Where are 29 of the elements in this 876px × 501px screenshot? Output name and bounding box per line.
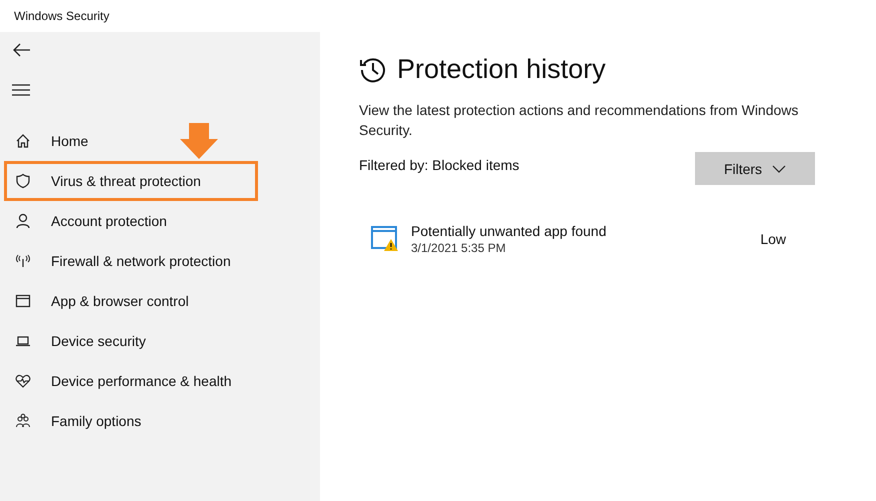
family-icon [15, 413, 31, 429]
nav-item[interactable]: Virus & threat protection [4, 161, 258, 201]
home-icon [15, 133, 31, 149]
nav-item[interactable]: Device security [4, 321, 258, 361]
page-description: View the latest protection actions and recommendations from Windows Security. [359, 101, 800, 140]
app-warning-icon [371, 226, 399, 252]
window-title: Windows Security [14, 9, 110, 23]
filters-button[interactable]: Filters [695, 152, 815, 185]
page-title: Protection history [397, 54, 606, 85]
nav-item[interactable]: Firewall & network protection [4, 241, 258, 281]
heart-icon [15, 373, 31, 389]
item-title[interactable]: Potentially unwanted app found [411, 223, 760, 239]
nav-item[interactable]: Account protection [4, 201, 258, 241]
person-icon [15, 213, 31, 229]
pointer-arrow [180, 123, 218, 159]
filter-label: Filtered by: Blocked items [359, 157, 520, 173]
nav-item[interactable]: Home [4, 121, 258, 161]
shield-icon [15, 173, 31, 189]
nav-item[interactable]: Device performance & health [4, 361, 258, 401]
antenna-icon [15, 253, 31, 269]
chevron-down-icon [772, 164, 786, 172]
back-icon[interactable] [12, 42, 32, 58]
window-icon [15, 293, 31, 309]
nav-item[interactable]: Family options [4, 401, 258, 441]
severity-label: Low [760, 231, 786, 247]
item-date: 3/1/2021 5:35 PM [411, 241, 507, 255]
menu-icon[interactable] [12, 84, 30, 96]
nav-item[interactable]: App & browser control [4, 281, 258, 321]
history-icon [359, 56, 387, 84]
